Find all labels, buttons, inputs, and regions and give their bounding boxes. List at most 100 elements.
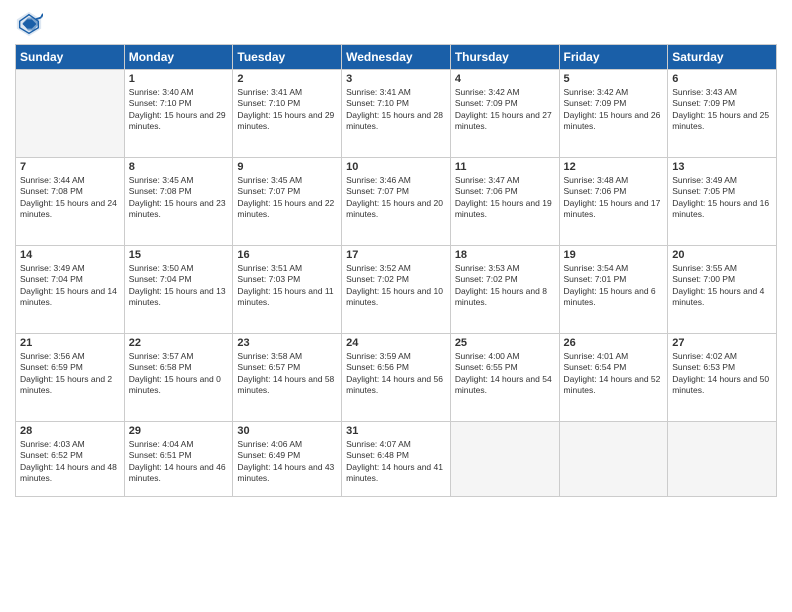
day-number: 14 xyxy=(20,249,120,261)
cell-info: Sunrise: 3:42 AMSunset: 7:09 PMDaylight:… xyxy=(564,87,664,133)
empty-cell xyxy=(559,422,668,497)
day-number: 21 xyxy=(20,337,120,349)
day-number: 23 xyxy=(237,337,337,349)
day-number: 18 xyxy=(455,249,555,261)
cell-info: Sunrise: 3:55 AMSunset: 7:00 PMDaylight:… xyxy=(672,263,772,309)
day-cell-29: 29 Sunrise: 4:04 AMSunset: 6:51 PMDaylig… xyxy=(124,422,233,497)
cell-info: Sunrise: 3:42 AMSunset: 7:09 PMDaylight:… xyxy=(455,87,555,133)
day-cell-2: 2 Sunrise: 3:41 AMSunset: 7:10 PMDayligh… xyxy=(233,70,342,158)
day-number: 19 xyxy=(564,249,664,261)
day-cell-1: 1 Sunrise: 3:40 AMSunset: 7:10 PMDayligh… xyxy=(124,70,233,158)
cell-info: Sunrise: 4:04 AMSunset: 6:51 PMDaylight:… xyxy=(129,439,229,485)
day-cell-8: 8 Sunrise: 3:45 AMSunset: 7:08 PMDayligh… xyxy=(124,158,233,246)
day-cell-15: 15 Sunrise: 3:50 AMSunset: 7:04 PMDaylig… xyxy=(124,246,233,334)
day-number: 20 xyxy=(672,249,772,261)
day-number: 8 xyxy=(129,161,229,173)
day-number: 7 xyxy=(20,161,120,173)
day-cell-21: 21 Sunrise: 3:56 AMSunset: 6:59 PMDaylig… xyxy=(16,334,125,422)
day-number: 30 xyxy=(237,425,337,437)
cell-info: Sunrise: 4:00 AMSunset: 6:55 PMDaylight:… xyxy=(455,351,555,397)
cell-info: Sunrise: 3:54 AMSunset: 7:01 PMDaylight:… xyxy=(564,263,664,309)
day-cell-4: 4 Sunrise: 3:42 AMSunset: 7:09 PMDayligh… xyxy=(450,70,559,158)
cell-info: Sunrise: 4:03 AMSunset: 6:52 PMDaylight:… xyxy=(20,439,120,485)
day-cell-13: 13 Sunrise: 3:49 AMSunset: 7:05 PMDaylig… xyxy=(668,158,777,246)
day-number: 3 xyxy=(346,73,446,85)
cell-info: Sunrise: 3:51 AMSunset: 7:03 PMDaylight:… xyxy=(237,263,337,309)
week-row-5: 28 Sunrise: 4:03 AMSunset: 6:52 PMDaylig… xyxy=(16,422,777,497)
day-cell-28: 28 Sunrise: 4:03 AMSunset: 6:52 PMDaylig… xyxy=(16,422,125,497)
cell-info: Sunrise: 3:47 AMSunset: 7:06 PMDaylight:… xyxy=(455,175,555,221)
cell-info: Sunrise: 3:53 AMSunset: 7:02 PMDaylight:… xyxy=(455,263,555,309)
day-cell-17: 17 Sunrise: 3:52 AMSunset: 7:02 PMDaylig… xyxy=(342,246,451,334)
day-cell-30: 30 Sunrise: 4:06 AMSunset: 6:49 PMDaylig… xyxy=(233,422,342,497)
cell-info: Sunrise: 3:52 AMSunset: 7:02 PMDaylight:… xyxy=(346,263,446,309)
empty-cell xyxy=(450,422,559,497)
day-header-saturday: Saturday xyxy=(668,45,777,70)
day-number: 29 xyxy=(129,425,229,437)
cell-info: Sunrise: 3:45 AMSunset: 7:07 PMDaylight:… xyxy=(237,175,337,221)
day-number: 11 xyxy=(455,161,555,173)
cell-info: Sunrise: 3:41 AMSunset: 7:10 PMDaylight:… xyxy=(346,87,446,133)
day-headers-row: SundayMondayTuesdayWednesdayThursdayFrid… xyxy=(16,45,777,70)
day-header-tuesday: Tuesday xyxy=(233,45,342,70)
day-cell-23: 23 Sunrise: 3:58 AMSunset: 6:57 PMDaylig… xyxy=(233,334,342,422)
calendar-body: 1 Sunrise: 3:40 AMSunset: 7:10 PMDayligh… xyxy=(16,70,777,497)
day-number: 31 xyxy=(346,425,446,437)
day-cell-18: 18 Sunrise: 3:53 AMSunset: 7:02 PMDaylig… xyxy=(450,246,559,334)
day-cell-26: 26 Sunrise: 4:01 AMSunset: 6:54 PMDaylig… xyxy=(559,334,668,422)
day-number: 17 xyxy=(346,249,446,261)
day-cell-12: 12 Sunrise: 3:48 AMSunset: 7:06 PMDaylig… xyxy=(559,158,668,246)
cell-info: Sunrise: 3:57 AMSunset: 6:58 PMDaylight:… xyxy=(129,351,229,397)
day-cell-31: 31 Sunrise: 4:07 AMSunset: 6:48 PMDaylig… xyxy=(342,422,451,497)
day-number: 2 xyxy=(237,73,337,85)
cell-info: Sunrise: 3:59 AMSunset: 6:56 PMDaylight:… xyxy=(346,351,446,397)
day-number: 6 xyxy=(672,73,772,85)
cell-info: Sunrise: 4:07 AMSunset: 6:48 PMDaylight:… xyxy=(346,439,446,485)
cell-info: Sunrise: 3:48 AMSunset: 7:06 PMDaylight:… xyxy=(564,175,664,221)
cell-info: Sunrise: 3:49 AMSunset: 7:05 PMDaylight:… xyxy=(672,175,772,221)
cell-info: Sunrise: 3:58 AMSunset: 6:57 PMDaylight:… xyxy=(237,351,337,397)
cell-info: Sunrise: 3:41 AMSunset: 7:10 PMDaylight:… xyxy=(237,87,337,133)
day-number: 26 xyxy=(564,337,664,349)
empty-cell xyxy=(668,422,777,497)
day-number: 1 xyxy=(129,73,229,85)
day-number: 22 xyxy=(129,337,229,349)
day-header-monday: Monday xyxy=(124,45,233,70)
logo xyxy=(15,10,47,38)
day-cell-19: 19 Sunrise: 3:54 AMSunset: 7:01 PMDaylig… xyxy=(559,246,668,334)
cell-info: Sunrise: 4:06 AMSunset: 6:49 PMDaylight:… xyxy=(237,439,337,485)
day-number: 12 xyxy=(564,161,664,173)
cell-info: Sunrise: 3:50 AMSunset: 7:04 PMDaylight:… xyxy=(129,263,229,309)
day-cell-24: 24 Sunrise: 3:59 AMSunset: 6:56 PMDaylig… xyxy=(342,334,451,422)
cell-info: Sunrise: 3:45 AMSunset: 7:08 PMDaylight:… xyxy=(129,175,229,221)
day-number: 13 xyxy=(672,161,772,173)
cell-info: Sunrise: 3:44 AMSunset: 7:08 PMDaylight:… xyxy=(20,175,120,221)
cell-info: Sunrise: 4:02 AMSunset: 6:53 PMDaylight:… xyxy=(672,351,772,397)
week-row-1: 1 Sunrise: 3:40 AMSunset: 7:10 PMDayligh… xyxy=(16,70,777,158)
day-number: 10 xyxy=(346,161,446,173)
cell-info: Sunrise: 4:01 AMSunset: 6:54 PMDaylight:… xyxy=(564,351,664,397)
day-cell-20: 20 Sunrise: 3:55 AMSunset: 7:00 PMDaylig… xyxy=(668,246,777,334)
day-cell-11: 11 Sunrise: 3:47 AMSunset: 7:06 PMDaylig… xyxy=(450,158,559,246)
day-number: 5 xyxy=(564,73,664,85)
day-cell-9: 9 Sunrise: 3:45 AMSunset: 7:07 PMDayligh… xyxy=(233,158,342,246)
cell-info: Sunrise: 3:46 AMSunset: 7:07 PMDaylight:… xyxy=(346,175,446,221)
cell-info: Sunrise: 3:43 AMSunset: 7:09 PMDaylight:… xyxy=(672,87,772,133)
day-number: 4 xyxy=(455,73,555,85)
day-cell-22: 22 Sunrise: 3:57 AMSunset: 6:58 PMDaylig… xyxy=(124,334,233,422)
day-header-sunday: Sunday xyxy=(16,45,125,70)
day-number: 9 xyxy=(237,161,337,173)
day-cell-6: 6 Sunrise: 3:43 AMSunset: 7:09 PMDayligh… xyxy=(668,70,777,158)
calendar-table: SundayMondayTuesdayWednesdayThursdayFrid… xyxy=(15,44,777,497)
header xyxy=(15,10,777,38)
day-number: 28 xyxy=(20,425,120,437)
day-number: 25 xyxy=(455,337,555,349)
day-header-wednesday: Wednesday xyxy=(342,45,451,70)
day-header-thursday: Thursday xyxy=(450,45,559,70)
day-cell-14: 14 Sunrise: 3:49 AMSunset: 7:04 PMDaylig… xyxy=(16,246,125,334)
logo-icon xyxy=(15,10,43,38)
cell-info: Sunrise: 3:40 AMSunset: 7:10 PMDaylight:… xyxy=(129,87,229,133)
week-row-4: 21 Sunrise: 3:56 AMSunset: 6:59 PMDaylig… xyxy=(16,334,777,422)
day-number: 16 xyxy=(237,249,337,261)
week-row-3: 14 Sunrise: 3:49 AMSunset: 7:04 PMDaylig… xyxy=(16,246,777,334)
